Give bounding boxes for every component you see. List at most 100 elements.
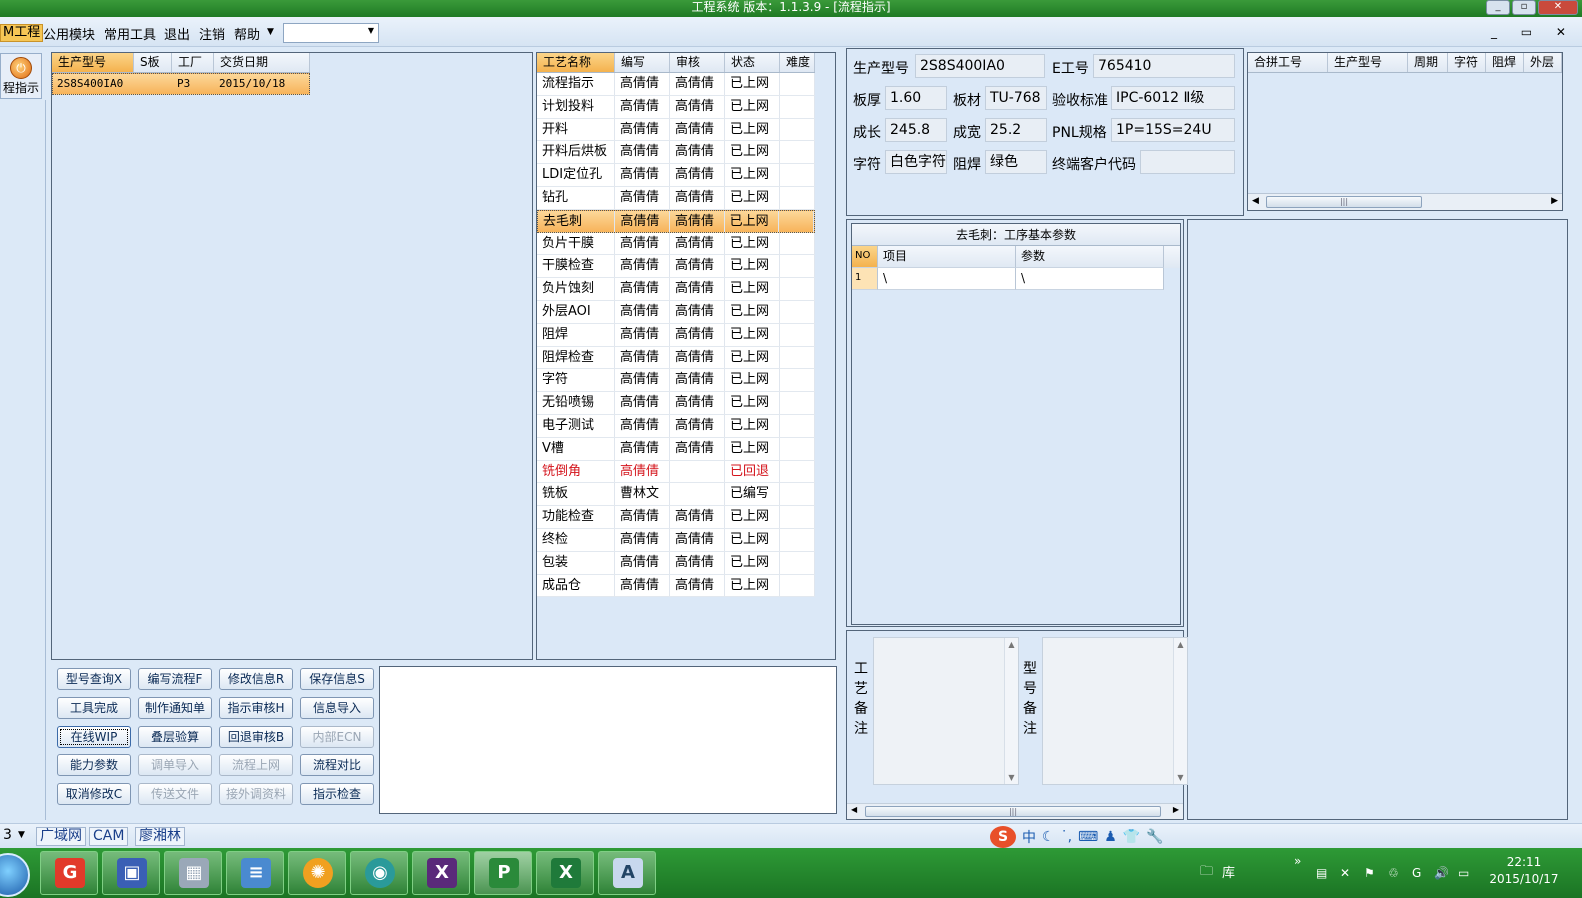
taskbar-app[interactable]: ✺: [288, 851, 346, 895]
mask-field[interactable]: 绿色: [985, 150, 1047, 174]
menu-item-tools[interactable]: 常用工具: [104, 24, 156, 43]
taskbar-app[interactable]: ≡: [226, 851, 284, 895]
flag-icon[interactable]: ⚑: [1364, 866, 1375, 880]
horizontal-scrollbar[interactable]: ◀ ||| ▶: [847, 803, 1183, 819]
scroll-left-icon[interactable]: ◀: [1252, 196, 1259, 206]
punctuation-icon[interactable]: ˙,: [1061, 829, 1072, 845]
volume-icon[interactable]: 🔊: [1434, 866, 1449, 880]
ime-toolbar[interactable]: S 中 ☾ ˙, ⌨ ♟ 👕 🔧: [990, 826, 1164, 848]
folder-icon[interactable]: 🗀: [1200, 862, 1213, 884]
table-row[interactable]: 包装 高倩倩 高倩倩 已上网: [537, 551, 815, 575]
table-row[interactable]: 字符 高倩倩 高倩倩 已上网: [537, 369, 815, 393]
table-row[interactable]: 成品仓 高倩倩 高倩倩 已上网: [537, 574, 815, 598]
table-row[interactable]: 1 \ \: [852, 268, 1164, 290]
table-row[interactable]: 终检 高倩倩 高倩倩 已上网: [537, 528, 815, 552]
table-row[interactable]: 干膜检查 高倩倩 高倩倩 已上网: [537, 255, 815, 279]
taskbar-app[interactable]: ◉: [350, 851, 408, 895]
taskbar-app[interactable]: A: [598, 851, 656, 895]
model-note-textarea[interactable]: ▲ ▼: [1042, 637, 1188, 785]
clock[interactable]: 22:11 2015/10/17: [1484, 854, 1564, 888]
action-button[interactable]: 在线WIP: [57, 726, 131, 748]
customer-field[interactable]: [1140, 150, 1235, 174]
network-icon[interactable]: ▤: [1316, 866, 1327, 880]
close-button[interactable]: ✕: [1538, 0, 1578, 15]
scroll-right-icon[interactable]: ▶: [1551, 196, 1558, 206]
taskbar-app[interactable]: X: [536, 851, 594, 895]
table-row[interactable]: 阻焊 高倩倩 高倩倩 已上网: [537, 323, 815, 347]
taskbar-app[interactable]: ▦: [164, 851, 222, 895]
minimize-button[interactable]: _: [1486, 0, 1510, 15]
action-button[interactable]: 型号查询X: [57, 668, 131, 690]
table-row[interactable]: 负片干膜 高倩倩 高倩倩 已上网: [537, 232, 815, 256]
column-header[interactable]: 审核: [670, 53, 725, 72]
table-row[interactable]: 功能检查 高倩倩 高倩倩 已上网: [537, 506, 815, 529]
monitor-icon[interactable]: ▭: [1458, 866, 1469, 880]
table-row[interactable]: 计划投料 高倩倩 高倩倩 已上网: [537, 95, 815, 119]
table-row[interactable]: 2S8S400IA0 P3 2015/10/18: [52, 73, 310, 95]
vertical-scrollbar[interactable]: ▲ ▼: [1004, 638, 1018, 784]
x-tray-icon[interactable]: ✕: [1340, 866, 1350, 880]
action-button[interactable]: 接外调资料: [219, 783, 293, 805]
column-header[interactable]: 合拼工号: [1248, 53, 1328, 72]
action-button[interactable]: 制作通知单: [138, 697, 212, 719]
width-field[interactable]: 25.2: [985, 118, 1047, 142]
prod-model-field[interactable]: 2S8S400IA0: [915, 54, 1045, 78]
vertical-scrollbar[interactable]: ▲ ▼: [1173, 638, 1187, 784]
table-row[interactable]: 电子测试 高倩倩 高倩倩 已上网: [537, 414, 815, 438]
action-button[interactable]: 保存信息S: [300, 668, 374, 690]
material-field[interactable]: TU-768: [985, 86, 1047, 110]
standard-field[interactable]: IPC-6012 Ⅱ级: [1111, 86, 1235, 110]
table-row[interactable]: 钻孔 高倩倩 高倩倩 已上网: [537, 186, 815, 210]
action-button[interactable]: 流程对比: [300, 754, 374, 776]
column-header[interactable]: 编写: [615, 53, 670, 72]
action-button[interactable]: 叠层验算: [138, 726, 212, 748]
table-row[interactable]: 铣倒角 高倩倩 已回退: [537, 460, 815, 484]
menu-overflow-chevron-icon[interactable]: ▼: [267, 27, 274, 37]
action-button[interactable]: 编写流程F: [138, 668, 212, 690]
column-header[interactable]: 周期: [1408, 53, 1448, 72]
table-row[interactable]: 无铅喷锡 高倩倩 高倩倩 已上网: [537, 392, 815, 415]
column-header[interactable]: 状态: [725, 53, 780, 72]
sogou-logo-icon[interactable]: S: [990, 826, 1016, 848]
process-note-textarea[interactable]: ▲ ▼: [873, 637, 1019, 785]
table-row[interactable]: 铣板 曹林文 已编写: [537, 483, 815, 507]
keyboard-icon[interactable]: ⌨: [1078, 829, 1098, 845]
column-header[interactable]: S板: [134, 53, 172, 72]
action-button[interactable]: 工具完成: [57, 697, 131, 719]
nav-item-process-instruction[interactable]: ⏻ 程指示: [0, 53, 42, 99]
scrollbar-thumb[interactable]: |||: [865, 806, 1161, 817]
table-row[interactable]: 阻焊检查 高倩倩 高倩倩 已上网: [537, 346, 815, 370]
column-header[interactable]: 生产型号: [52, 53, 134, 72]
pnl-field[interactable]: 1P=15S=24U: [1111, 118, 1235, 142]
column-header[interactable]: 外层: [1524, 53, 1562, 72]
column-header[interactable]: NO: [852, 246, 878, 268]
action-button[interactable]: 能力参数: [57, 754, 131, 776]
table-row[interactable]: 流程指示 高倩倩 高倩倩 已上网: [537, 73, 815, 96]
action-button[interactable]: 内部ECN: [300, 726, 374, 748]
column-header[interactable]: 项目: [878, 246, 1016, 268]
column-header[interactable]: 生产型号: [1328, 53, 1408, 72]
action-button[interactable]: 指示审核H: [219, 697, 293, 719]
taskbar-app[interactable]: ▣: [102, 851, 160, 895]
action-button[interactable]: 信息导入: [300, 697, 374, 719]
table-row[interactable]: LDI定位孔 高倩倩 高倩倩 已上网: [537, 164, 815, 187]
scroll-right-icon[interactable]: ▶: [1173, 805, 1179, 814]
table-row[interactable]: 开料 高倩倩 高倩倩 已上网: [537, 118, 815, 142]
start-button[interactable]: [0, 853, 30, 897]
length-field[interactable]: 245.8: [885, 118, 947, 142]
table-row[interactable]: 去毛刺 高倩倩 高倩倩 已上网: [537, 209, 815, 233]
column-header[interactable]: 字符: [1448, 53, 1486, 72]
scrollbar-thumb[interactable]: |||: [1266, 196, 1422, 208]
memo-text-area[interactable]: [379, 666, 837, 814]
action-button[interactable]: 修改信息R: [219, 668, 293, 690]
ime-mode[interactable]: 中: [1022, 827, 1036, 847]
action-button[interactable]: 取消修改C: [57, 783, 131, 805]
column-header[interactable]: 交货日期: [214, 53, 310, 72]
menu-item-help[interactable]: 帮助: [234, 24, 260, 43]
chevron-down-icon[interactable]: ▼: [18, 830, 25, 840]
taskbar-app-active[interactable]: P: [474, 851, 532, 895]
maximize-button[interactable]: ▫: [1512, 0, 1536, 15]
column-header[interactable]: 阻焊: [1486, 53, 1524, 72]
menu-item-engineering[interactable]: M工程: [0, 24, 44, 42]
menu-item-logout[interactable]: 注销: [199, 24, 225, 43]
